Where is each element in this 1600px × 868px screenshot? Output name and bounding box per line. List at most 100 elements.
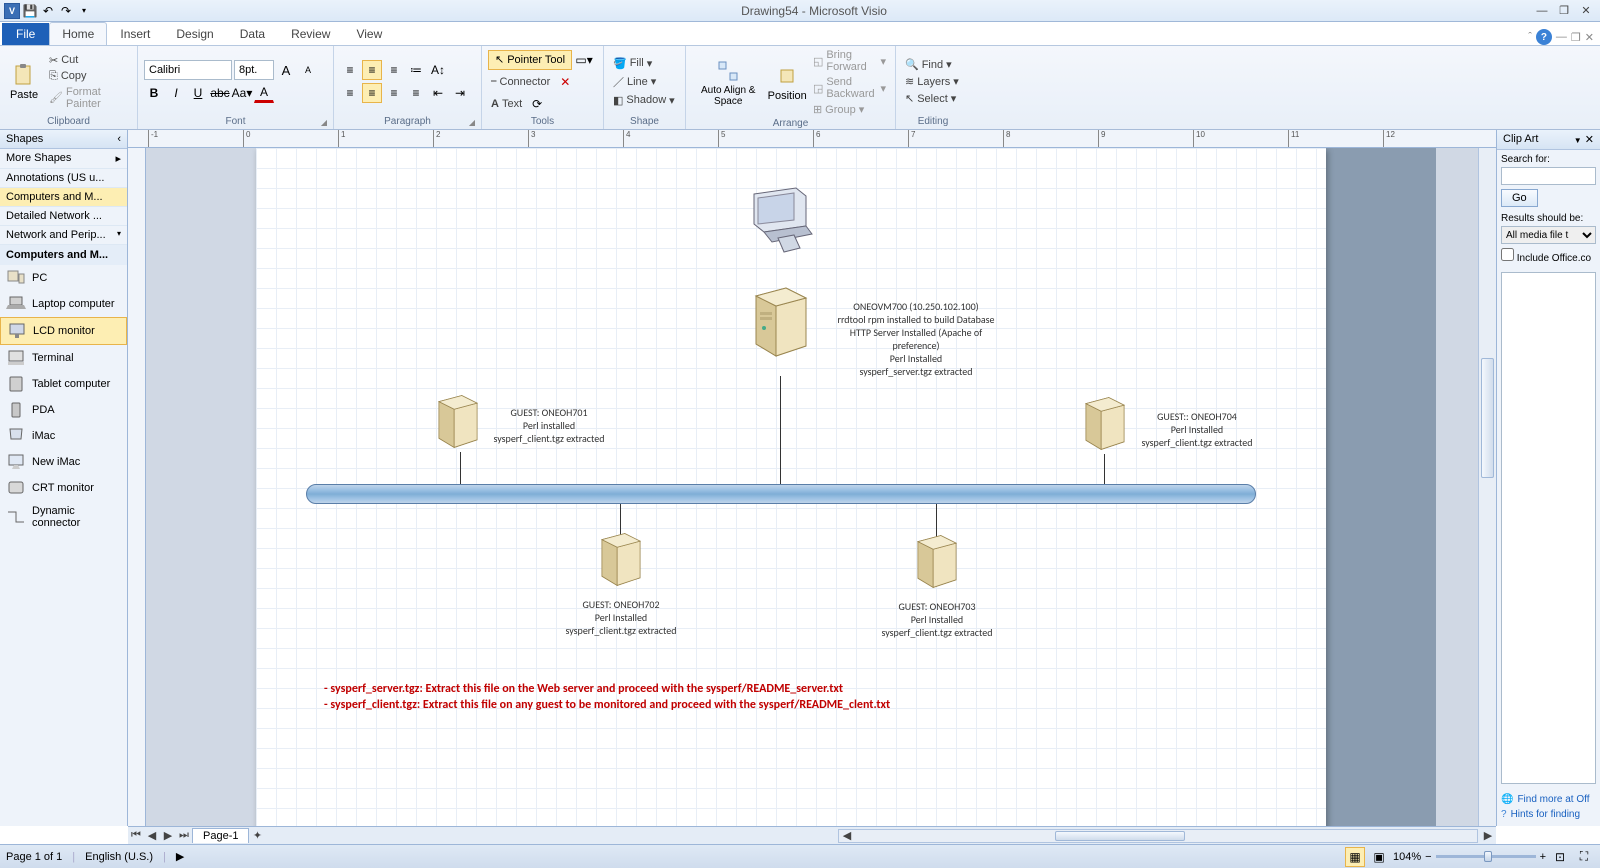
go-button[interactable]: Go bbox=[1501, 189, 1538, 207]
stencil-computers[interactable]: Computers and M... bbox=[0, 188, 127, 207]
italic-icon[interactable]: I bbox=[166, 83, 186, 103]
tab-data[interactable]: Data bbox=[227, 22, 278, 45]
media-type-select[interactable]: All media file t bbox=[1501, 226, 1596, 244]
autoalign-button[interactable]: Auto Align & Space bbox=[692, 57, 764, 109]
fill-button[interactable]: 🪣Fill▾ bbox=[610, 56, 678, 71]
minimize-icon[interactable]: — bbox=[1532, 3, 1552, 19]
strike-icon[interactable]: abc bbox=[210, 83, 230, 103]
doc-restore-icon[interactable]: ❐ bbox=[1571, 31, 1581, 44]
shape-imac[interactable]: iMac bbox=[0, 423, 127, 449]
undo-icon[interactable]: ↶ bbox=[40, 3, 56, 19]
ribbon-help-caret-icon[interactable]: ˆ bbox=[1528, 31, 1532, 43]
align-right-icon[interactable]: ≡ bbox=[384, 83, 404, 103]
tab-design[interactable]: Design bbox=[163, 22, 226, 45]
copy-button[interactable]: ⎘Copy bbox=[46, 69, 131, 84]
file-tab[interactable]: File bbox=[2, 23, 49, 45]
fit-page-icon[interactable]: ⊡ bbox=[1550, 847, 1570, 867]
format-painter-button[interactable]: 🖌Format Painter bbox=[46, 85, 131, 111]
zoom-out-icon[interactable]: − bbox=[1425, 851, 1431, 863]
font-color-icon[interactable]: A bbox=[254, 83, 274, 103]
search-input[interactable] bbox=[1501, 167, 1596, 185]
conn-main[interactable] bbox=[780, 376, 781, 484]
shape-monitor[interactable] bbox=[744, 186, 824, 263]
text-button[interactable]: AText bbox=[488, 94, 525, 114]
shapes-collapse-icon[interactable]: ‹ bbox=[117, 133, 121, 145]
shape-guest704[interactable] bbox=[1078, 396, 1132, 457]
group-button[interactable]: ⊞Group▾ bbox=[810, 102, 889, 117]
connection-point-icon[interactable]: ✕ bbox=[555, 72, 575, 92]
align-justify-icon[interactable]: ≡ bbox=[406, 83, 426, 103]
view-normal-icon[interactable]: ▦ bbox=[1345, 847, 1365, 867]
more-shapes-item[interactable]: More Shapes▸ bbox=[0, 149, 127, 169]
layers-button[interactable]: ≋Layers▾ bbox=[902, 74, 962, 89]
guest702-text[interactable]: GUEST: ONEOH702 Perl Installed sysperf_c… bbox=[556, 598, 686, 637]
pointer-tool-button[interactable]: ↖Pointer Tool bbox=[488, 50, 572, 70]
page1-tab[interactable]: Page-1 bbox=[192, 828, 249, 843]
guest701-text[interactable]: GUEST: ONEOH701 Perl installed sysperf_c… bbox=[484, 406, 614, 445]
save-icon[interactable]: 💾 bbox=[22, 3, 38, 19]
shape-tablet[interactable]: Tablet computer bbox=[0, 371, 127, 397]
zoom-thumb[interactable] bbox=[1484, 851, 1492, 862]
align-bottom-icon[interactable]: ≡ bbox=[384, 60, 404, 80]
macro-icon[interactable]: ▶ bbox=[176, 850, 184, 863]
clipart-close-icon[interactable]: ✕ bbox=[1585, 134, 1594, 146]
conn-704[interactable] bbox=[1104, 454, 1105, 484]
conn-703[interactable] bbox=[936, 504, 937, 538]
hints-link[interactable]: ?Hints for finding bbox=[1501, 807, 1596, 822]
find-more-link[interactable]: 🌐Find more at Off bbox=[1501, 792, 1596, 807]
help-icon[interactable]: ? bbox=[1536, 29, 1552, 45]
rectangle-tool-icon[interactable]: ▭▾ bbox=[574, 50, 594, 70]
prev-page-icon[interactable]: ◀ bbox=[144, 829, 160, 842]
shape-crt[interactable]: CRT monitor bbox=[0, 475, 127, 501]
align-center-icon[interactable]: ≡ bbox=[362, 83, 382, 103]
underline-icon[interactable]: U bbox=[188, 83, 208, 103]
conn-701[interactable] bbox=[460, 452, 461, 484]
first-page-icon[interactable]: ⏮ bbox=[128, 829, 144, 842]
hscroll-thumb[interactable] bbox=[1055, 831, 1185, 841]
scrollbar-thumb[interactable] bbox=[1481, 358, 1494, 478]
canvas[interactable]: ONEOVM700 (10.250.102.100) rrdtool rpm i… bbox=[146, 148, 1496, 826]
fullscreen-icon[interactable]: ⛶ bbox=[1574, 847, 1594, 867]
align-top-icon[interactable]: ≡ bbox=[340, 60, 360, 80]
new-page-icon[interactable]: ✦ bbox=[249, 829, 265, 842]
shadow-button[interactable]: ◧Shadow▾ bbox=[610, 93, 678, 108]
send-backward-button[interactable]: ◲Send Backward▾ bbox=[810, 75, 889, 101]
zoom-level[interactable]: 104% bbox=[1393, 851, 1421, 863]
case-icon[interactable]: Aa▾ bbox=[232, 83, 252, 103]
scroll-right-icon[interactable]: ▶ bbox=[1480, 829, 1496, 842]
last-page-icon[interactable]: ⏭ bbox=[176, 829, 192, 842]
shrink-font-icon[interactable]: A bbox=[298, 60, 318, 80]
tab-view[interactable]: View bbox=[343, 22, 395, 45]
bold-icon[interactable]: B bbox=[144, 83, 164, 103]
position-button[interactable]: Position bbox=[768, 62, 805, 104]
note-1[interactable]: - sysperf_server.tgz: Extract this file … bbox=[324, 682, 843, 696]
rotate-text-icon[interactable]: ⟳ bbox=[527, 94, 547, 114]
shape-guest701[interactable] bbox=[431, 394, 485, 455]
note-2[interactable]: - sysperf_client.tgz: Extract this file … bbox=[324, 698, 890, 712]
next-page-icon[interactable]: ▶ bbox=[160, 829, 176, 842]
guest703-text[interactable]: GUEST: ONEOH703 Perl Installed sysperf_c… bbox=[872, 600, 1002, 639]
tab-home[interactable]: Home bbox=[49, 22, 107, 45]
shape-terminal[interactable]: Terminal bbox=[0, 345, 127, 371]
drawing-page[interactable]: ONEOVM700 (10.250.102.100) rrdtool rpm i… bbox=[256, 148, 1326, 826]
bullets-icon[interactable]: ≔ bbox=[406, 60, 426, 80]
text-direction-icon[interactable]: A↕ bbox=[428, 60, 448, 80]
paragraph-dialog-icon[interactable]: ◢ bbox=[469, 118, 475, 127]
scrollbar-vertical[interactable] bbox=[1478, 148, 1496, 826]
stencil-network[interactable]: Network and Perip...▾ bbox=[0, 226, 127, 245]
close-icon[interactable]: ✕ bbox=[1576, 3, 1596, 19]
grow-font-icon[interactable]: A bbox=[276, 60, 296, 80]
shape-lcd[interactable]: LCD monitor bbox=[0, 317, 127, 345]
align-left-icon[interactable]: ≡ bbox=[340, 83, 360, 103]
shape-server-main[interactable] bbox=[746, 286, 816, 365]
tab-review[interactable]: Review bbox=[278, 22, 343, 45]
restore-icon[interactable]: ❐ bbox=[1554, 3, 1574, 19]
find-button[interactable]: 🔍Find▾ bbox=[902, 57, 962, 72]
doc-close-icon[interactable]: ✕ bbox=[1585, 31, 1594, 44]
tab-insert[interactable]: Insert bbox=[107, 22, 163, 45]
connector-button[interactable]: ⎯Connector bbox=[488, 72, 553, 92]
stencil-detailed[interactable]: Detailed Network ... bbox=[0, 207, 127, 226]
scroll-left-icon[interactable]: ◀ bbox=[839, 829, 855, 842]
qat-dropdown-icon[interactable]: ▾ bbox=[76, 3, 92, 19]
font-size-input[interactable] bbox=[234, 60, 274, 80]
